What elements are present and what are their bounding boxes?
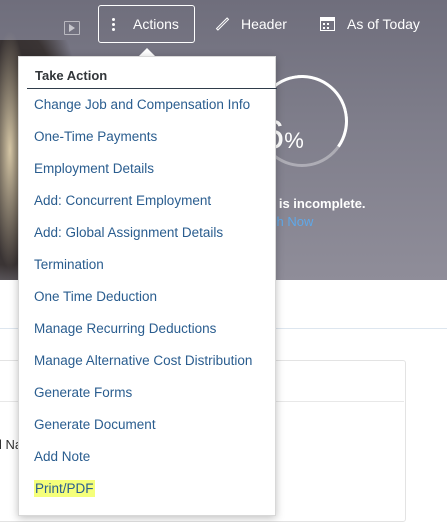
- menu-item-generate-document[interactable]: Generate Document: [19, 409, 275, 441]
- menu-item-termination[interactable]: Termination: [19, 249, 275, 281]
- menu-item-generate-forms[interactable]: Generate Forms: [19, 377, 275, 409]
- take-action-menu: Take Action Change Job and Compensation …: [18, 56, 277, 516]
- menu-item-employment-details[interactable]: Employment Details: [19, 153, 275, 185]
- menu-item-print-pdf-label: Print/PDF: [34, 480, 95, 497]
- menu-title: Take Action: [35, 68, 108, 83]
- menu-pointer: [139, 48, 155, 56]
- as-of-today-button[interactable]: As of Today: [320, 5, 420, 43]
- menu-item-print-pdf[interactable]: Print/PDF: [19, 473, 275, 505]
- header-button-label: Header: [241, 16, 287, 32]
- menu-item-change-job[interactable]: Change Job and Compensation Info: [19, 89, 275, 121]
- menu-item-alternative-cost[interactable]: Manage Alternative Cost Distribution: [19, 345, 275, 377]
- completion-percent-symbol: %: [284, 128, 304, 153]
- menu-item-concurrent-employment[interactable]: Add: Concurrent Employment: [19, 185, 275, 217]
- as-of-today-label: As of Today: [347, 16, 420, 32]
- menu-item-one-time-payments[interactable]: One-Time Payments: [19, 121, 275, 153]
- video-icon[interactable]: [64, 21, 80, 35]
- finish-now-link[interactable]: sh Now: [270, 214, 313, 229]
- menu-item-add-note[interactable]: Add Note: [19, 441, 275, 473]
- menu-item-recurring-deductions[interactable]: Manage Recurring Deductions: [19, 313, 275, 345]
- profile-status-text: e is incomplete.: [268, 196, 366, 211]
- actions-button-label: Actions: [133, 16, 179, 32]
- header-button[interactable]: Header: [215, 5, 287, 43]
- menu-item-global-assignment[interactable]: Add: Global Assignment Details: [19, 217, 275, 249]
- menu-item-list: Change Job and Compensation Info One-Tim…: [19, 89, 275, 505]
- pencil-icon: [215, 17, 229, 31]
- header-toolbar: Actions Header As of Today: [0, 0, 447, 50]
- actions-button[interactable]: Actions: [98, 5, 195, 43]
- menu-item-one-time-deduction[interactable]: One Time Deduction: [19, 281, 275, 313]
- more-vertical-icon: [109, 17, 117, 32]
- calendar-icon: [320, 17, 335, 31]
